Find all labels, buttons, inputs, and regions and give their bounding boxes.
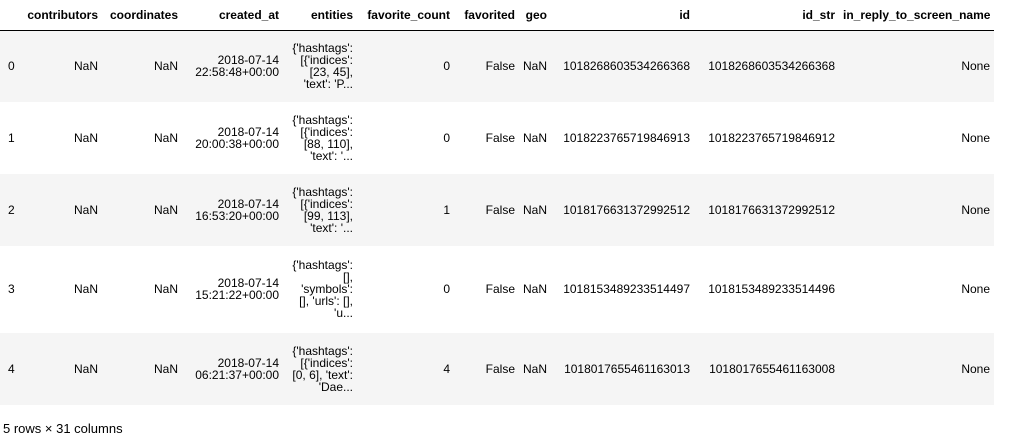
cell-id-str: 1018268603534266368: [694, 30, 839, 102]
cell-line: 2018-07-14: [217, 196, 279, 211]
cell-contributors: NaN: [20, 332, 102, 405]
column-header-created-at: created_at: [182, 0, 283, 31]
cell-line: [99, 113],: [303, 208, 353, 223]
cell-favorite-count: 0: [357, 245, 454, 333]
cell-favorited: False: [454, 245, 519, 333]
cell-id-str: 1018223765719846912: [694, 101, 839, 174]
cell-line: 2018-07-14: [217, 124, 279, 139]
cell-in-reply-to-screen-name: None: [839, 332, 994, 405]
cell-line: [{'indices':: [300, 355, 353, 370]
cell-coordinates: NaN: [102, 30, 182, 102]
row-index: 2: [0, 173, 20, 246]
cell-id: 1018223765719846913: [551, 101, 694, 174]
row-index: 3: [0, 245, 20, 333]
table-row: 3 NaN NaN 2018-07-14 15:21:22+00:00 {'hashtag…: [0, 245, 994, 333]
cell-favorite-count: 4: [357, 332, 454, 405]
cell-in-reply-to-screen-name: None: [839, 173, 994, 246]
cell-contributors: NaN: [20, 245, 102, 333]
cell-geo: NaN: [519, 30, 551, 102]
cell-id-str: 1018017655461163008: [694, 332, 839, 405]
cell-favorited: False: [454, 332, 519, 405]
cell-created-at: 2018-07-14 22:58:48+00:00: [182, 30, 283, 102]
table-row: 4 NaN NaN 2018-07-14 06:21:37+00:00 {'hashtag…: [0, 332, 994, 405]
cell-line: 'u...: [334, 306, 353, 320]
cell-created-at: 2018-07-14 20:00:38+00:00: [182, 101, 283, 174]
column-header-coordinates: coordinates: [102, 0, 182, 31]
column-header-id-str: id_str: [694, 0, 839, 31]
column-header-favorite-count: favorite_count: [357, 0, 454, 31]
cell-created-at: 2018-07-14 06:21:37+00:00: [182, 332, 283, 405]
cell-entities: {'hashtags': [{'indices': [23, 45],'text':…: [283, 30, 357, 102]
table-body: 0 NaN NaN 2018-07-14 22:58:48+00:00 {'hashtag…: [0, 30, 994, 405]
cell-favorited: False: [454, 173, 519, 246]
cell-line: [{'indices':: [300, 196, 353, 211]
cell-contributors: NaN: [20, 30, 102, 102]
column-header-favorited: favorited: [454, 0, 519, 31]
cell-favorited: False: [454, 101, 519, 174]
column-header-entities: entities: [283, 0, 357, 31]
column-header-in-reply-to-screen-name: in_reply_to_screen_name: [839, 0, 994, 31]
cell-id: 1018268603534266368: [551, 30, 694, 102]
cell-line: 'Dae...: [318, 379, 353, 394]
cell-coordinates: NaN: [102, 245, 182, 333]
cell-created-at: 2018-07-14 16:53:20+00:00: [182, 173, 283, 246]
cell-id: 1018176631372992512: [551, 173, 694, 246]
column-header-id: id: [551, 0, 694, 31]
cell-contributors: NaN: [20, 101, 102, 174]
cell-line: {'hashtags':: [292, 343, 353, 358]
cell-in-reply-to-screen-name: None: [839, 245, 994, 333]
cell-line: 06:21:37+00:00: [195, 367, 279, 382]
cell-coordinates: NaN: [102, 332, 182, 405]
cell-coordinates: NaN: [102, 101, 182, 174]
row-index: 0: [0, 30, 20, 102]
cell-line: 16:53:20+00:00: [195, 208, 279, 223]
cell-line: 22:58:48+00:00: [195, 65, 279, 80]
cell-id: 1018017655461163013: [551, 332, 694, 405]
column-header-geo: geo: [519, 0, 551, 31]
cell-entities: {'hashtags': [{'indices': [99, 113],'text'…: [283, 173, 357, 246]
cell-id-str: 1018176631372992512: [694, 173, 839, 246]
table-row: 0 NaN NaN 2018-07-14 22:58:48+00:00 {'hashtag…: [0, 30, 994, 102]
row-index: 1: [0, 101, 20, 174]
cell-line: 20:00:38+00:00: [195, 136, 279, 151]
cell-coordinates: NaN: [102, 173, 182, 246]
cell-in-reply-to-screen-name: None: [839, 30, 994, 102]
cell-line: 2018-07-14: [217, 355, 279, 370]
cell-line: 'text': 'P...: [303, 77, 353, 92]
cell-line: 15:21:22+00:00: [195, 288, 279, 302]
cell-entities: {'hashtags': [],'symbols': [], 'urls': [],…: [283, 245, 357, 333]
cell-entities: {'hashtags': [{'indices': [0, 6], 'text': '…: [283, 332, 357, 405]
cell-in-reply-to-screen-name: None: [839, 101, 994, 174]
cell-favorite-count: 1: [357, 173, 454, 246]
table-row: 1 NaN NaN 2018-07-14 20:00:38+00:00 {'hashtag…: [0, 101, 994, 174]
column-header-contributors: contributors: [20, 0, 102, 31]
cell-favorite-count: 0: [357, 101, 454, 174]
dataframe-shape-label: 5 rows × 31 columns: [3, 421, 123, 436]
cell-favorited: False: [454, 30, 519, 102]
cell-line: 'text': '...: [310, 220, 353, 235]
dataframe-output: contributors coordinates created_at entitie…: [0, 0, 994, 405]
cell-id-str: 1018153489233514496: [694, 245, 839, 333]
cell-entities: {'hashtags': [{'indices': [88, 110],'text'…: [283, 101, 357, 174]
table-row: 2 NaN NaN 2018-07-14 16:53:20+00:00 {'hashtag…: [0, 173, 994, 246]
cell-line: [{'indices':: [300, 124, 353, 139]
cell-favorite-count: 0: [357, 30, 454, 102]
cell-line: {'hashtags':: [292, 184, 353, 199]
cell-line: 'text': '...: [310, 148, 353, 163]
cell-id: 1018153489233514497: [551, 245, 694, 333]
index-header: [0, 0, 20, 31]
cell-geo: NaN: [519, 332, 551, 405]
dataframe-table: contributors coordinates created_at entitie…: [0, 0, 994, 405]
cell-line: [0, 6], 'text':: [292, 367, 353, 382]
row-index: 4: [0, 332, 20, 405]
cell-geo: NaN: [519, 173, 551, 246]
cell-created-at: 2018-07-14 15:21:22+00:00: [182, 245, 283, 333]
cell-contributors: NaN: [20, 173, 102, 246]
cell-geo: NaN: [519, 245, 551, 333]
cell-line: [88, 110],: [303, 136, 353, 151]
cell-geo: NaN: [519, 101, 551, 174]
header-row: contributors coordinates created_at entitie…: [0, 0, 994, 31]
cell-line: {'hashtags':: [292, 112, 353, 127]
